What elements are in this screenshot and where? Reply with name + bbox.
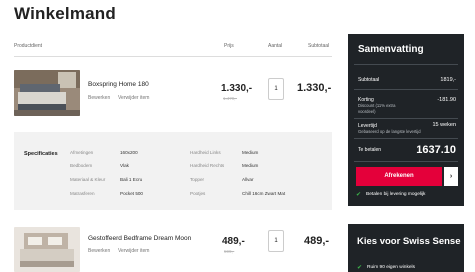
unit-price: 489,- [222,236,245,247]
spec-value: Bali 1 Ecru [120,177,143,182]
specifications-title: Specificaties [24,151,58,157]
old-price: 1.479,- [223,96,238,101]
delivery-value: 15 weken [432,122,456,128]
quantity-stepper[interactable]: 1 [268,78,284,100]
column-header-quantity: Aantal [268,43,283,49]
check-icon: ✔ [356,192,362,198]
column-header-subtotal: Subtotaal [308,43,330,49]
summary-title: Samenvatting [358,44,424,55]
header-divider [14,56,332,57]
spec-value: Chill 16cm Zwart Mat [242,191,286,196]
line-subtotal: 1.330,- [297,82,332,94]
line-subtotal: 489,- [304,235,330,247]
summary-divider [354,161,458,162]
spec-label: Afmetingen [70,150,94,155]
spec-label: Topper [190,177,205,182]
spec-label: Bedbodem [70,163,93,168]
spec-label: Materiaal & Kleur [70,177,106,182]
spec-label: Pootjes [190,191,206,196]
old-price: 599,- [224,249,235,254]
quantity-stepper[interactable]: 1 [268,230,284,252]
usp-panel: Kies voor Swiss Sense ✔ Ruim 90 eigen wi… [348,224,464,272]
unit-price: 1.330,- [221,83,253,94]
remove-item-link[interactable]: Verwijder item [118,95,149,101]
spec-value: Medium [242,163,259,168]
delivery-description: Gebaseerd op de langste levertijd [358,129,421,134]
subtotal-value: 1819,- [440,77,456,83]
payment-note: Betalen bij levering mogelijk [366,192,426,197]
total-label: Te betalen [358,147,382,153]
chevron-right-icon[interactable]: › [444,167,458,186]
product-image-boxspring[interactable] [14,70,80,116]
spec-label: Matrasferen [70,191,95,196]
spec-label: Hardheid Links [190,150,221,155]
product-name[interactable]: Boxspring Home 180 [88,81,149,88]
edit-link[interactable]: Bewerken [88,95,110,101]
checkout-button[interactable]: Afrekenen [356,167,442,186]
remove-item-link[interactable]: Verwijder item [118,248,149,254]
spec-value: 160x200 [120,150,138,155]
column-header-price: Prijs [224,43,234,49]
usp-item: Ruim 90 eigen winkels [367,265,415,270]
product-image-bedframe[interactable] [14,227,80,272]
check-icon: ✔ [357,265,363,271]
spec-value: Allvar [242,177,254,182]
spec-label: Hardheid Rechts [190,163,225,168]
product-name[interactable]: Gestoffeerd Bedframe Dream Moon [88,235,191,242]
spec-value: Vlak [120,163,129,168]
usp-title: Kies voor Swiss Sense [357,236,461,247]
column-header-product: Productdient [14,43,43,49]
spec-value: Medium [242,150,259,155]
summary-divider [354,89,458,90]
total-value: 1637.10 [416,144,456,156]
subtotal-label: Subtotaal [358,77,380,83]
page-title: Winkelmand [14,4,116,23]
specifications-panel: Specificaties Afmetingen 160x200 Hardhei… [14,132,332,210]
discount-value: -181.90 [437,97,456,103]
spec-value: Pocket 500 [120,191,143,196]
summary-divider [354,138,458,139]
discount-description: Discount (11% extra voordeel) [358,103,396,114]
order-summary-panel: Samenvatting Subtotaal 1819,- Korting Di… [348,34,464,206]
summary-divider [354,64,458,65]
edit-link[interactable]: Bewerken [88,248,110,254]
summary-divider [354,118,458,119]
